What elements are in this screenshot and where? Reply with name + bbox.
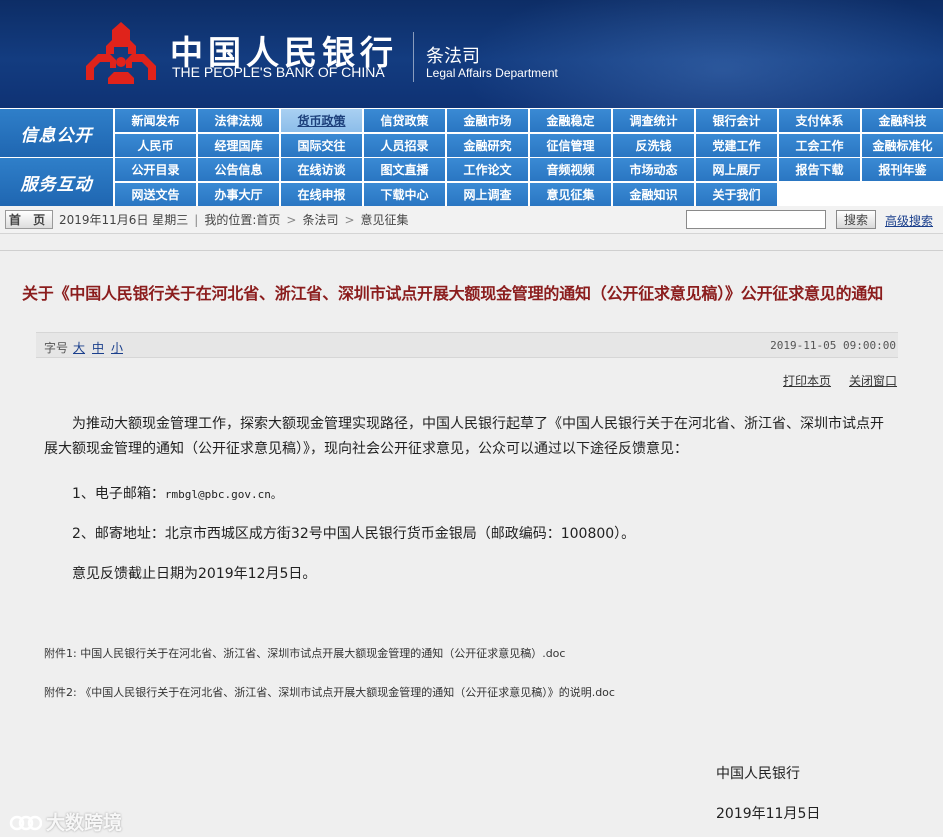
contact-email: 1、电子邮箱：rmbgl@pbc.gov.cn。 <box>72 483 282 503</box>
nav-item[interactable]: 国际交往 <box>281 134 362 157</box>
home-button[interactable]: 首 页 <box>5 210 53 229</box>
email-address[interactable]: rmbgl@pbc.gov.cn。 <box>165 488 282 501</box>
attachment-2-link[interactable]: 附件2: 《中国人民银行关于在河北省、浙江省、深圳市试点开展大额现金管理的通知（… <box>44 684 615 700</box>
nav-item[interactable]: 网送文告 <box>115 183 196 206</box>
signer: 中国人民银行 <box>716 766 800 782</box>
chevron-right-icon: > <box>344 212 355 227</box>
nav-item[interactable]: 金融稳定 <box>530 109 611 132</box>
bank-name-en: THE PEOPLE'S BANK OF CHINA <box>172 64 385 80</box>
search-input[interactable] <box>686 210 826 229</box>
nav-item[interactable]: 银行会计 <box>696 109 777 132</box>
paragraph-line: 展大额现金管理的通知（公开征求意见稿）》，现向社会公开征求意见，公众可以通过以下… <box>44 441 688 457</box>
nav-item[interactable]: 下载中心 <box>364 183 445 206</box>
department-name-en: Legal Affairs Department <box>426 66 558 80</box>
location-label: 我的位置: <box>204 213 257 227</box>
nav-item[interactable]: 图文直播 <box>364 158 445 181</box>
article-meta-bar: 字号 大 中 小 2019-11-05 09:00:00 <box>36 332 898 358</box>
divider: | <box>194 212 199 227</box>
nav-item[interactable]: 关于我们 <box>696 183 777 206</box>
nav-item <box>862 183 943 206</box>
breadcrumb-legal-dept[interactable]: 条法司 <box>302 211 338 228</box>
close-window-link[interactable]: 关闭窗口 <box>849 372 897 389</box>
nav-item[interactable]: 货币政策 <box>281 109 362 132</box>
nav-item[interactable]: 党建工作 <box>696 134 777 157</box>
nav-item[interactable]: 在线访谈 <box>281 158 362 181</box>
nav-item[interactable]: 网上调查 <box>447 183 528 206</box>
contact-address: 2、邮寄地址：北京市西城区成方街32号中国人民银行货币金银局（邮政编码：1008… <box>72 526 636 542</box>
nav-item[interactable]: 金融标准化 <box>862 134 943 157</box>
nav-item[interactable]: 征信管理 <box>530 134 611 157</box>
header-glow <box>463 0 943 108</box>
pboc-logo-icon[interactable] <box>84 20 158 86</box>
nav-item[interactable]: 金融科技 <box>862 109 943 132</box>
header-divider <box>413 32 414 82</box>
current-date: 2019年11月6日 星期三 <box>59 213 189 227</box>
nav-item[interactable]: 报告下载 <box>779 158 860 181</box>
nav-grid-service: 公开目录 公告信息 在线访谈 图文直播 工作论文 音频视频 市场动态 网上展厅 报告下载 报刊年鉴… <box>113 158 943 206</box>
nav-item[interactable]: 调查统计 <box>613 109 694 132</box>
nav-item[interactable]: 经理国库 <box>198 134 279 157</box>
nav-item[interactable]: 信贷政策 <box>364 109 445 132</box>
nav-item[interactable]: 新闻发布 <box>115 109 196 132</box>
nav-item[interactable]: 公告信息 <box>198 158 279 181</box>
nav-item[interactable]: 报刊年鉴 <box>862 158 943 181</box>
paragraph-line: 为推动大额现金管理工作，探索大额现金管理实现路径，中国人民银行起草了《中国人民银… <box>72 416 884 432</box>
main-nav: 信息公开 新闻发布 法律法规 货币政策 信贷政策 金融市场 金融稳定 调查统计 银行会计 支付体… <box>0 108 943 206</box>
article-paragraph: 为推动大额现金管理工作，探索大额现金管理实现路径，中国人民银行起草了《中国人民银… <box>44 412 894 462</box>
nav-row-info: 信息公开 新闻发布 法律法规 货币政策 信贷政策 金融市场 金融稳定 调查统计 银行会计 支付体… <box>0 109 943 157</box>
advanced-search-link[interactable]: 高级搜索 <box>885 212 933 229</box>
attachment-1-link[interactable]: 附件1: 中国人民银行关于在河北省、浙江省、深圳市试点开展大额现金管理的通知（公… <box>44 645 565 661</box>
nav-item[interactable]: 人民币 <box>115 134 196 157</box>
chevron-right-icon: > <box>286 212 297 227</box>
nav-item[interactable]: 音频视频 <box>530 158 611 181</box>
nav-item[interactable]: 金融研究 <box>447 134 528 157</box>
nav-item[interactable]: 法律法规 <box>198 109 279 132</box>
nav-item[interactable]: 反洗钱 <box>613 134 694 157</box>
font-size-label: 字号 <box>44 341 69 355</box>
deadline-text: 意见反馈截止日期为2019年12月5日。 <box>72 566 317 582</box>
nav-grid-info: 新闻发布 法律法规 货币政策 信贷政策 金融市场 金融稳定 调查统计 银行会计 支付体系 金融科技… <box>113 109 943 157</box>
nav-item[interactable]: 支付体系 <box>779 109 860 132</box>
divider <box>0 250 943 251</box>
publish-date: 2019-11-05 09:00:00 <box>770 339 896 352</box>
nav-item[interactable]: 市场动态 <box>613 158 694 181</box>
print-page-link[interactable]: 打印本页 <box>783 372 831 389</box>
nav-item[interactable]: 工会工作 <box>779 134 860 157</box>
nav-section-service[interactable]: 服务互动 <box>0 158 113 206</box>
nav-item[interactable]: 意见征集 <box>530 183 611 206</box>
search-button[interactable]: 搜索 <box>836 210 876 229</box>
nav-item[interactable]: 在线申报 <box>281 183 362 206</box>
nav-item[interactable]: 工作论文 <box>447 158 528 181</box>
breadcrumb-home[interactable]: 首页 <box>256 211 280 228</box>
nav-row-service: 服务互动 公开目录 公告信息 在线访谈 图文直播 工作论文 音频视频 市场动态 网上展厅 报告下… <box>0 158 943 206</box>
breadcrumb-bar: 首 页 2019年11月6日 星期三 | 我的位置: 首页 > 条法司 > 意见… <box>0 206 943 234</box>
nav-item <box>779 183 860 206</box>
email-label: 1、电子邮箱： <box>72 486 165 502</box>
page-title: 关于《中国人民银行关于在河北省、浙江省、深圳市试点开展大额现金管理的通知（公开征… <box>22 284 884 303</box>
nav-item[interactable]: 公开目录 <box>115 158 196 181</box>
watermark-text: 大数跨境 <box>46 812 123 834</box>
nav-item[interactable]: 人员招录 <box>364 134 445 157</box>
department-name-cn: 条法司 <box>426 46 480 67</box>
watermark-logo-icon <box>9 815 42 830</box>
font-size-medium[interactable]: 中 <box>92 339 104 356</box>
sign-date: 2019年11月5日 <box>716 806 821 822</box>
nav-section-info-public[interactable]: 信息公开 <box>0 109 113 157</box>
breadcrumb-consultation[interactable]: 意见征集 <box>361 211 409 228</box>
site-header: 中国人民银行 THE PEOPLE'S BANK OF CHINA 条法司 Le… <box>0 0 943 108</box>
nav-item[interactable]: 办事大厅 <box>198 183 279 206</box>
nav-item[interactable]: 金融知识 <box>613 183 694 206</box>
font-size-small[interactable]: 小 <box>111 339 123 356</box>
watermark: 大数跨境 <box>8 808 122 835</box>
nav-item[interactable]: 金融市场 <box>447 109 528 132</box>
nav-item[interactable]: 网上展厅 <box>696 158 777 181</box>
font-size-large[interactable]: 大 <box>73 339 85 356</box>
